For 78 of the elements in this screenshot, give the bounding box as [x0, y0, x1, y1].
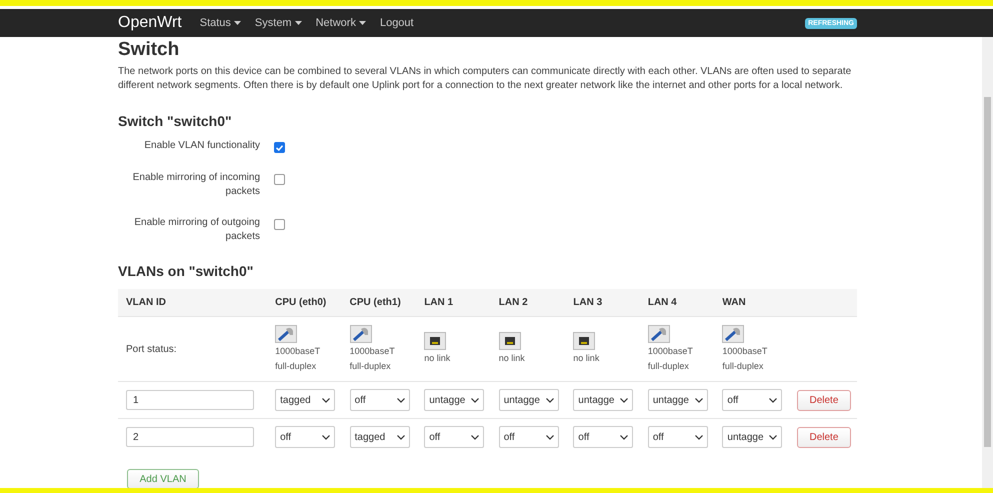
chevron-down-icon [620, 398, 628, 402]
chevron-down-icon [322, 398, 330, 402]
port-mode-select[interactable]: untagge [648, 389, 708, 411]
chevron-down-icon [694, 398, 703, 402]
ethernet-port-icon [722, 324, 744, 342]
chevron-down-icon [322, 434, 330, 440]
option-label: Enable VLAN functionality [143, 139, 260, 153]
checkbox[interactable] [274, 142, 285, 153]
delete-button[interactable]: Delete [796, 426, 851, 448]
port-status-text: 1000baseT [722, 344, 768, 358]
delete-button[interactable]: Delete [796, 390, 851, 410]
port-mode-select[interactable]: off [275, 426, 336, 448]
ethernet-port-icon [648, 324, 670, 342]
port-status-text: no link [498, 352, 525, 365]
chevron-down-icon [620, 434, 628, 440]
column-header: CPU (eth0) [267, 289, 342, 316]
nav-menu-item[interactable]: System [254, 17, 302, 29]
port-status-text: 1000baseT [350, 344, 395, 358]
chevron-down-icon [396, 398, 405, 402]
port-mode-select[interactable]: tagged [350, 426, 410, 448]
option-label: Enable mirroring of incoming packets [132, 171, 260, 199]
port-status-text: no link [424, 352, 450, 365]
port-mode-select[interactable]: untagge [498, 389, 559, 411]
port-status-text: full-duplex [275, 360, 316, 373]
column-header: LAN 4 [640, 289, 714, 316]
caret-icon [294, 21, 302, 25]
chevron-down-icon [769, 398, 778, 402]
page-title: Switch [118, 39, 180, 61]
ethernet-port-icon [424, 332, 446, 350]
port-status-label: Port status: [126, 344, 177, 354]
port-status-text: 1000baseT [648, 344, 693, 358]
column-header: LAN 1 [416, 289, 491, 316]
caret-icon [234, 21, 241, 25]
port-status-text: full-duplex [722, 360, 764, 373]
option-label: Enable mirroring of outgoing packets [133, 216, 260, 244]
chevron-down-icon [396, 434, 405, 440]
column-header: CPU (eth1) [342, 289, 416, 316]
ethernet-port-icon [498, 332, 521, 350]
column-header: VLAN ID [118, 289, 268, 316]
port-mode-select[interactable]: off [573, 426, 634, 448]
port-mode-select[interactable]: off [424, 426, 484, 448]
port-mode-select[interactable]: untagge [424, 389, 484, 411]
port-mode-select[interactable]: tagged [275, 389, 336, 411]
port-mode-select[interactable]: off [498, 426, 559, 448]
brand-logo[interactable]: OpenWrt [118, 14, 182, 32]
ethernet-port-icon [350, 324, 372, 342]
scrollbar[interactable] [982, 37, 993, 488]
checkbox[interactable] [274, 219, 285, 230]
chevron-down-icon [471, 398, 480, 402]
nav-menu-item[interactable]: Logout [380, 17, 414, 29]
port-mode-select[interactable]: off [350, 389, 410, 411]
checkbox[interactable] [274, 174, 285, 185]
ethernet-port-icon [573, 332, 596, 350]
port-status-text: full-duplex [350, 360, 391, 373]
port-mode-select[interactable]: off [648, 426, 708, 448]
caret-icon [358, 21, 366, 25]
vlan-id-field[interactable]: 1 [126, 390, 254, 410]
column-header: LAN 2 [490, 289, 566, 316]
column-header: LAN 3 [565, 289, 640, 316]
nav-menu-item[interactable]: Network [316, 17, 366, 29]
port-mode-select[interactable]: off [722, 389, 782, 411]
chevron-down-icon [471, 434, 480, 440]
port-mode-select[interactable]: untagge [573, 389, 634, 411]
ethernet-port-icon [275, 324, 298, 342]
page-description: The network ports on this device can be combined to several VLANs in which computers can communicate directly with each other. VLANs are often used to separate different network segments. Often there is by default one Uplink port for a connection to the next greater network like the internet and other ports for a local network. [118, 65, 852, 93]
chevron-down-icon [546, 398, 554, 402]
nav-menu-item[interactable]: Status [200, 17, 241, 29]
vlan-id-field[interactable]: 2 [126, 427, 254, 447]
port-status-text: full-duplex [648, 360, 689, 373]
column-header: WAN [714, 289, 789, 316]
port-status-text: no link [573, 352, 600, 365]
chevron-down-icon [546, 434, 554, 440]
chevron-down-icon [694, 434, 703, 440]
section-title: Switch "switch0" [118, 113, 233, 129]
port-status-text: 1000baseT [275, 344, 320, 358]
chevron-down-icon [769, 434, 778, 440]
section-title: VLANs on "switch0" [118, 263, 254, 279]
port-mode-select[interactable]: untagge [722, 426, 782, 448]
